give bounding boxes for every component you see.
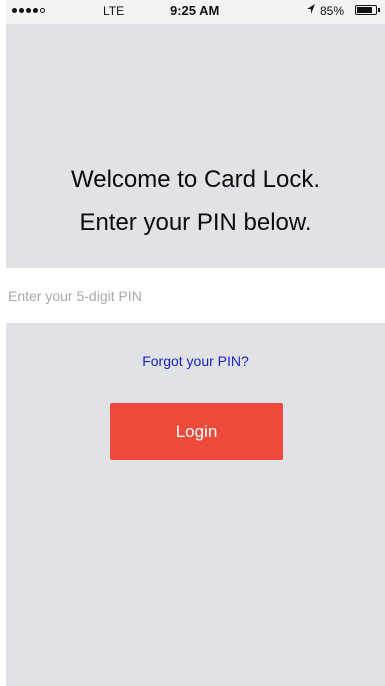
- pin-field-container: [6, 268, 385, 323]
- battery-icon: [355, 5, 377, 15]
- signal-dot-empty: [40, 8, 45, 13]
- signal-dot: [12, 8, 17, 13]
- welcome-title: Welcome to Card Lock.: [71, 166, 320, 193]
- signal-dot: [26, 8, 31, 13]
- carrier-label: LTE: [103, 4, 125, 18]
- forgot-pin-link[interactable]: Forgot your PIN?: [6, 353, 385, 369]
- status-bar: LTE 9:25 AM 85%: [6, 0, 385, 24]
- signal-dot: [33, 8, 38, 13]
- welcome-instruction: Enter your PIN below.: [79, 209, 312, 236]
- pin-input[interactable]: [6, 268, 385, 323]
- signal-dot: [19, 8, 24, 13]
- battery-percent: 85%: [320, 4, 345, 18]
- login-button[interactable]: Login: [110, 403, 283, 460]
- battery-tip: [378, 8, 380, 12]
- phone-screen: LTE 9:25 AM 85% Welcome to Card Lock. En…: [6, 0, 385, 686]
- location-arrow-icon: [306, 3, 316, 18]
- clock: 9:25 AM: [170, 3, 220, 18]
- welcome-message: Welcome to Card Lock. Enter your PIN bel…: [6, 158, 385, 244]
- battery-fill: [357, 7, 373, 13]
- signal-strength-icon: [12, 8, 45, 13]
